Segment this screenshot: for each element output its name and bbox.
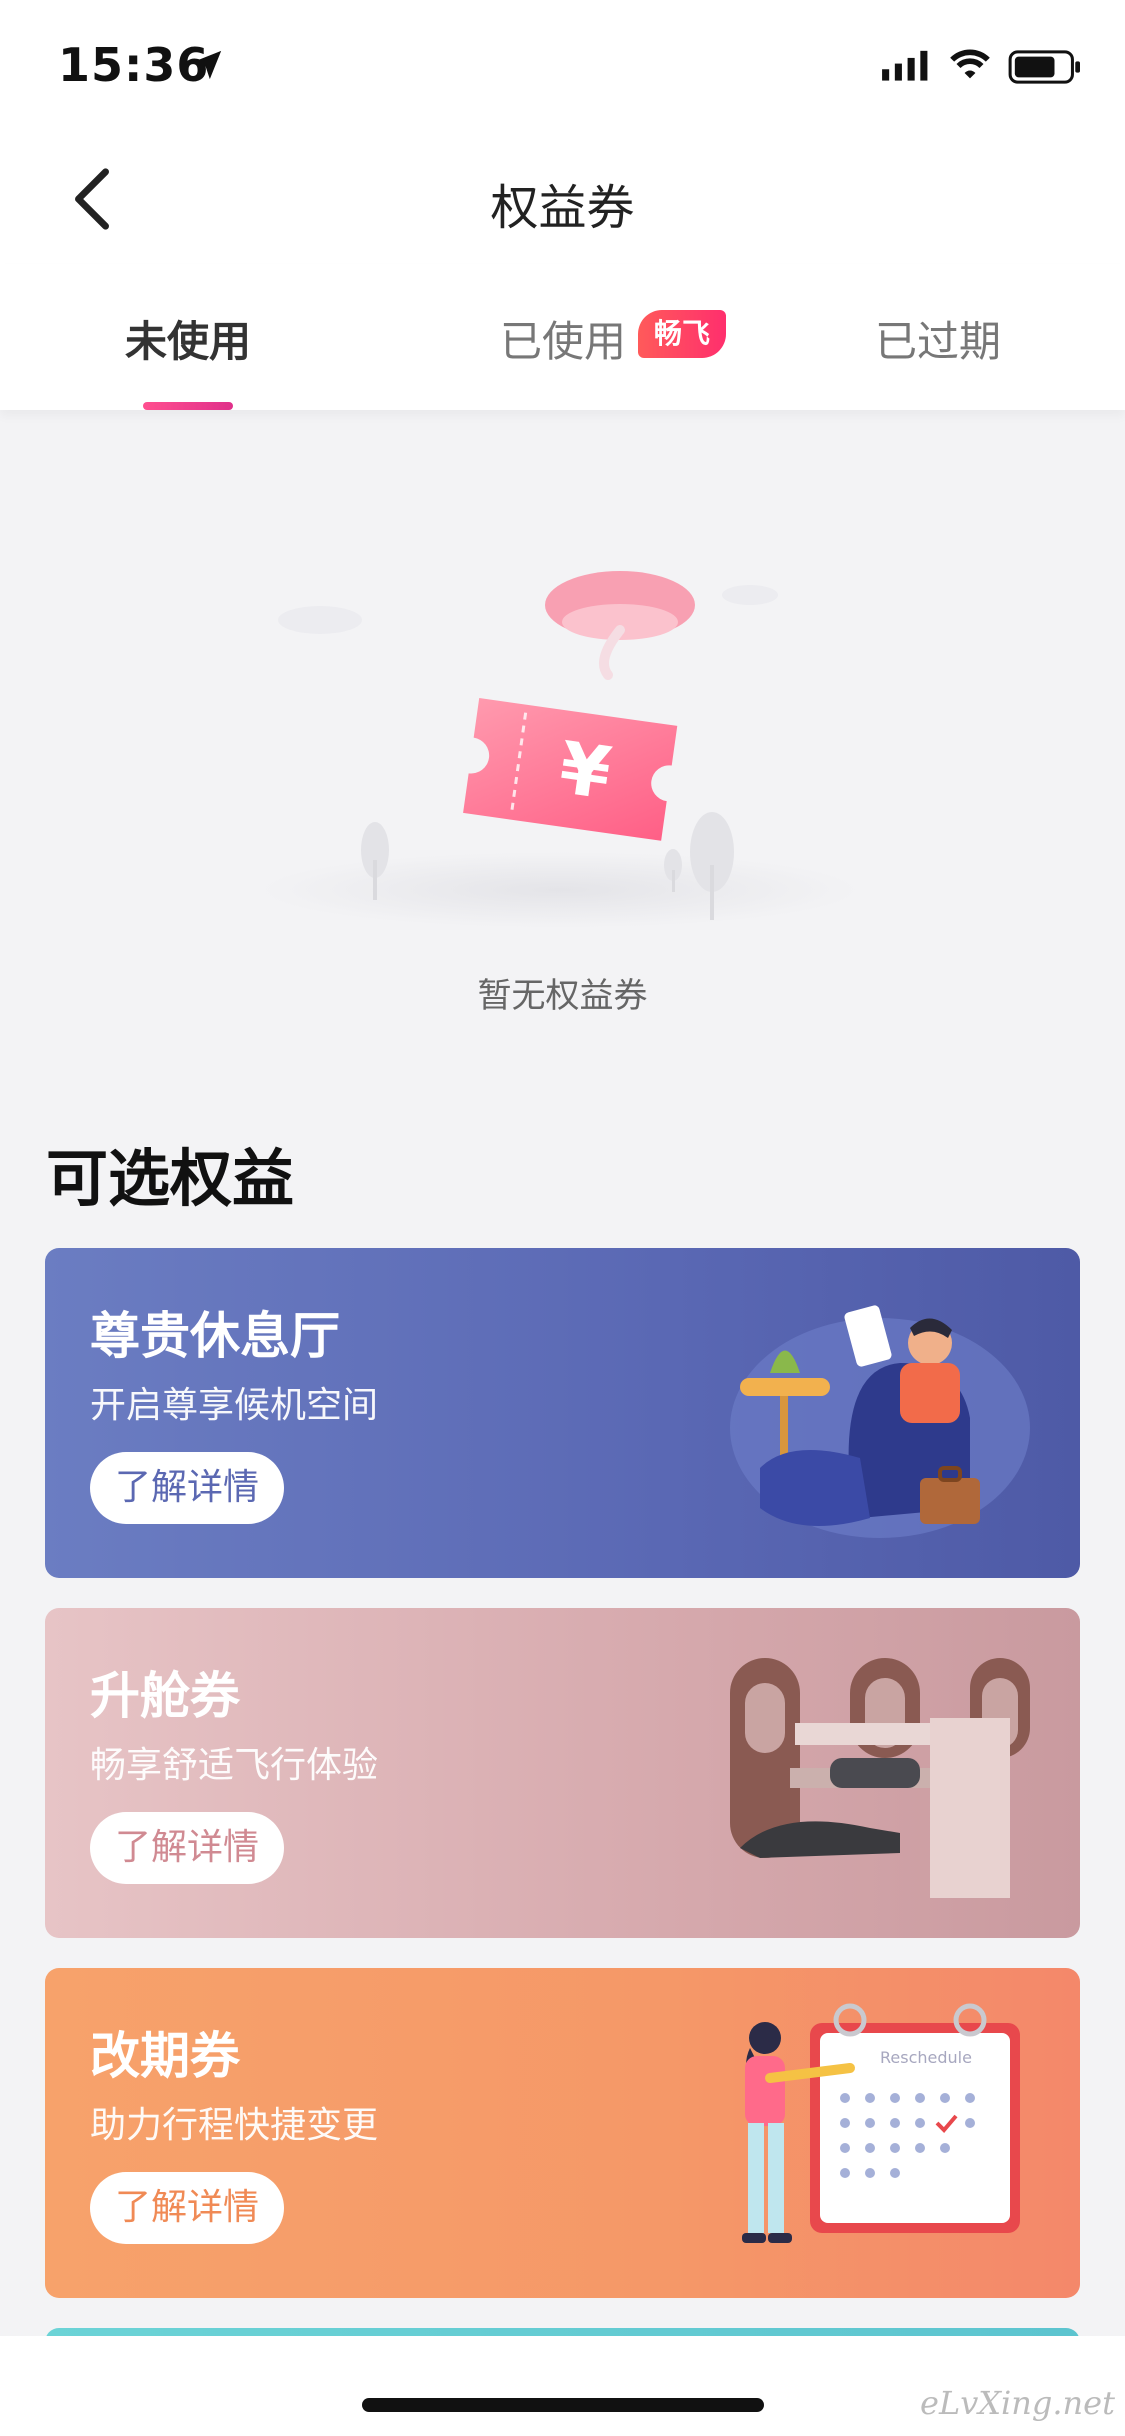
upgrade-illustration — [730, 1658, 1030, 1898]
status-time: 15:36 — [58, 38, 210, 92]
tab-badge: 畅飞 — [638, 310, 727, 358]
wifi-icon — [950, 49, 990, 79]
home-indicator[interactable] — [362, 2398, 764, 2412]
card-subtitle: 开启尊享候机空间 — [90, 1385, 379, 1426]
lounge-details-button[interactable]: 了解详情 — [90, 1452, 284, 1524]
signal-icon — [882, 50, 928, 81]
lounge-illustration — [730, 1305, 1030, 1538]
battery-icon — [1008, 50, 1080, 84]
tab-active-indicator — [143, 402, 233, 410]
calendar-label: Reschedule — [880, 2048, 972, 2067]
page-title: 权益券 — [490, 180, 635, 236]
lounge-card[interactable]: 尊贵休息厅 开启尊享候机空间 了解详情 — [45, 1248, 1080, 1578]
status-bar: 15:36 — [0, 0, 1125, 132]
tab-used[interactable]: 已使用 — [500, 308, 626, 369]
card-title: 尊贵休息厅 — [90, 1307, 340, 1365]
section-title: 可选权益 — [46, 1142, 295, 1215]
watermark: eLvXing.net — [920, 2384, 1115, 2422]
change-card[interactable]: 改期券 助力行程快捷变更 了解详情 Reschedule — [45, 1968, 1080, 2298]
tab-unused[interactable]: 未使用 — [125, 308, 251, 369]
upgrade-details-button[interactable]: 了解详情 — [90, 1812, 284, 1884]
empty-state-text: 暂无权益券 — [477, 976, 648, 1016]
navbar: 权益券 — [0, 132, 1125, 264]
calendar-illustration: Reschedule — [742, 2003, 1020, 2243]
location-arrow-icon — [192, 50, 222, 80]
empty-coupon-illustration: ¥ — [260, 571, 860, 928]
card-title: 升舱券 — [90, 1667, 240, 1725]
change-details-button[interactable]: 了解详情 — [90, 2172, 284, 2244]
upgrade-card[interactable]: 升舱券 畅享舒适飞行体验 了解详情 — [45, 1608, 1080, 1938]
card-subtitle: 畅享舒适飞行体验 — [90, 1745, 379, 1786]
card-title: 改期券 — [90, 2027, 240, 2085]
tab-bar: 未使用 已使用 畅飞 已过期 — [0, 264, 1125, 410]
card-subtitle: 助力行程快捷变更 — [90, 2105, 379, 2146]
tab-expired[interactable]: 已过期 — [875, 308, 1001, 369]
